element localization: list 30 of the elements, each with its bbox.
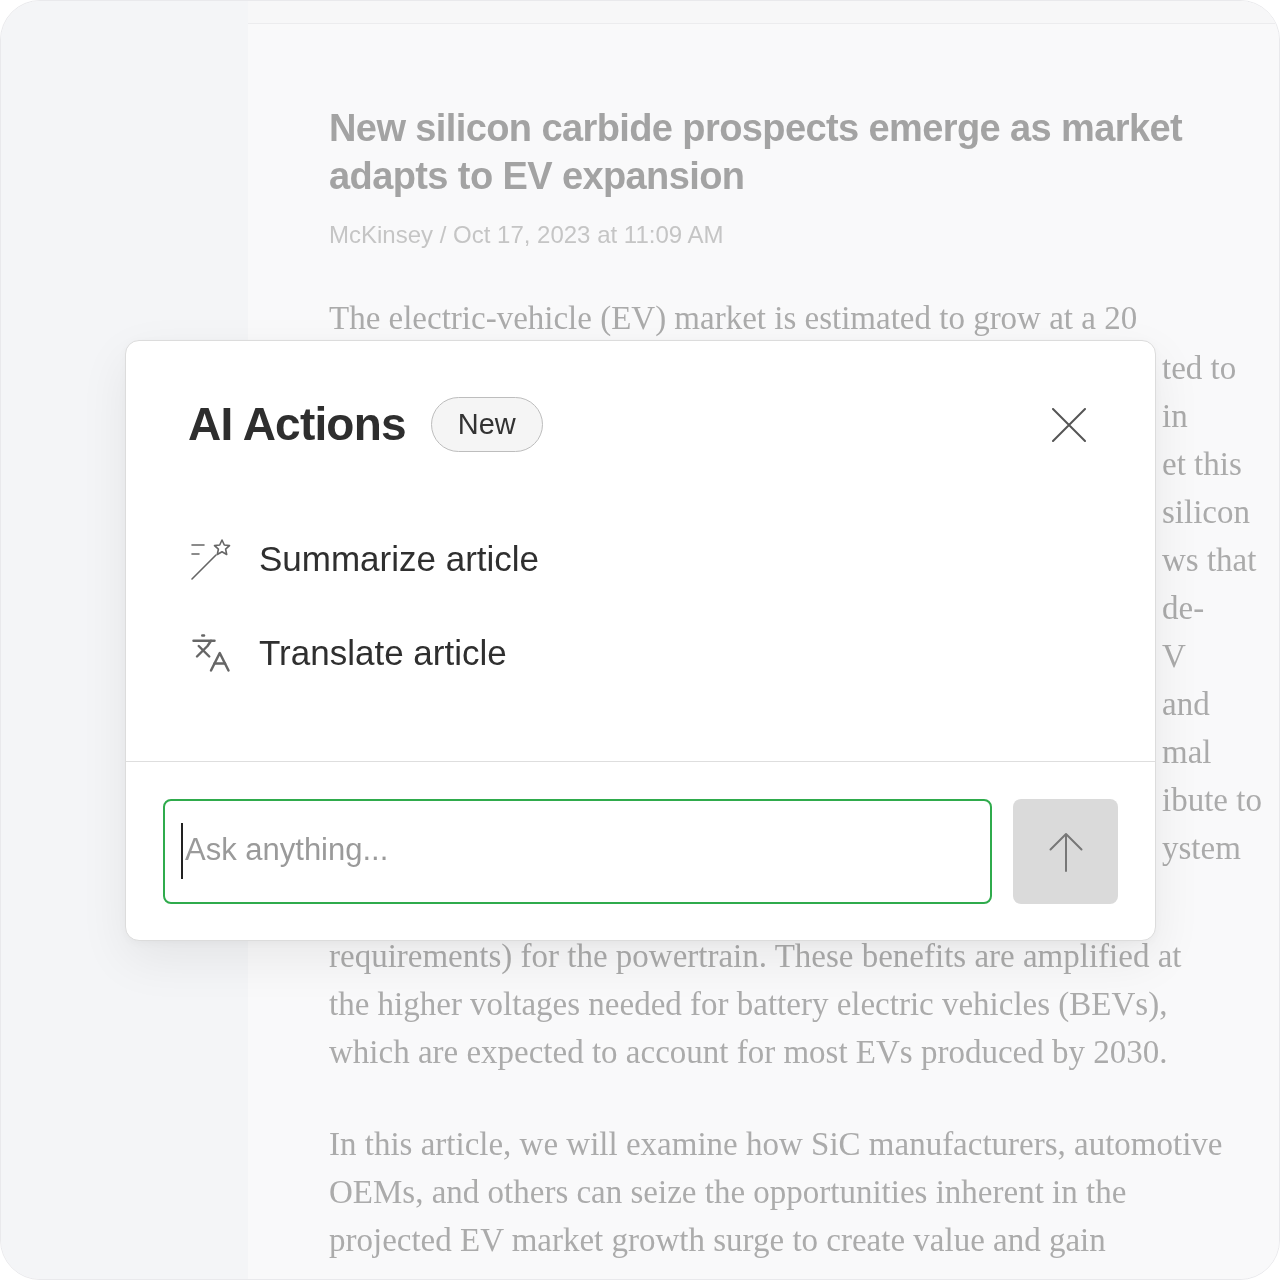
article-text-fragment: in [1162,397,1188,436]
article-text-fragment: ibute to [1162,781,1262,820]
close-icon [1052,407,1086,442]
article-text-fragment: silicon [1162,493,1250,532]
action-item[interactable]: Translate article [190,623,507,683]
article-text-line: projected EV market growth surge to create value and gain [329,1221,1106,1260]
article-text-line: In this article, we will examine how SiC manufacturers, automotive [329,1125,1223,1164]
action-item[interactable]: Summarize article [190,529,540,589]
article-text-fragment: mal [1162,733,1212,772]
ask-input-field[interactable]: Ask anything... [163,799,992,904]
article-text-fragment: ws that [1162,541,1257,580]
magic-wand-icon [190,538,232,580]
dialog-title: AI Actions [188,397,406,452]
article-text-fragment: ted to [1162,349,1237,388]
article-text-line: the higher voltages needed for battery electric vehicles (BEVs), [329,985,1168,1024]
article-text-fragment: V [1162,637,1186,676]
article-text-line: requirements) for the powertrain. These benefits are amplified at [329,937,1182,976]
article-text-fragment: et this [1162,445,1242,484]
article-text-fragment: ystem [1162,829,1241,868]
article-text-line: The electric-vehicle (EV) market is estimated to grow at a 20 [329,299,1138,338]
article-text-fragment: and [1162,685,1210,724]
arrow-up-icon [1048,831,1083,872]
close-button[interactable] [1052,407,1086,442]
article-text-fragment: de- [1162,589,1205,628]
text-cursor-icon [181,823,183,879]
article-text-line: OEMs, and others can seize the opportunities inherent in the [329,1173,1127,1212]
translate-icon [190,632,232,674]
article-text-line: which are expected to account for most EVs produced by 2030. [329,1033,1168,1072]
new-badge: New [430,397,543,452]
article-title: New silicon carbide prospects emerge as market adapts to EV expansion [329,106,1184,199]
